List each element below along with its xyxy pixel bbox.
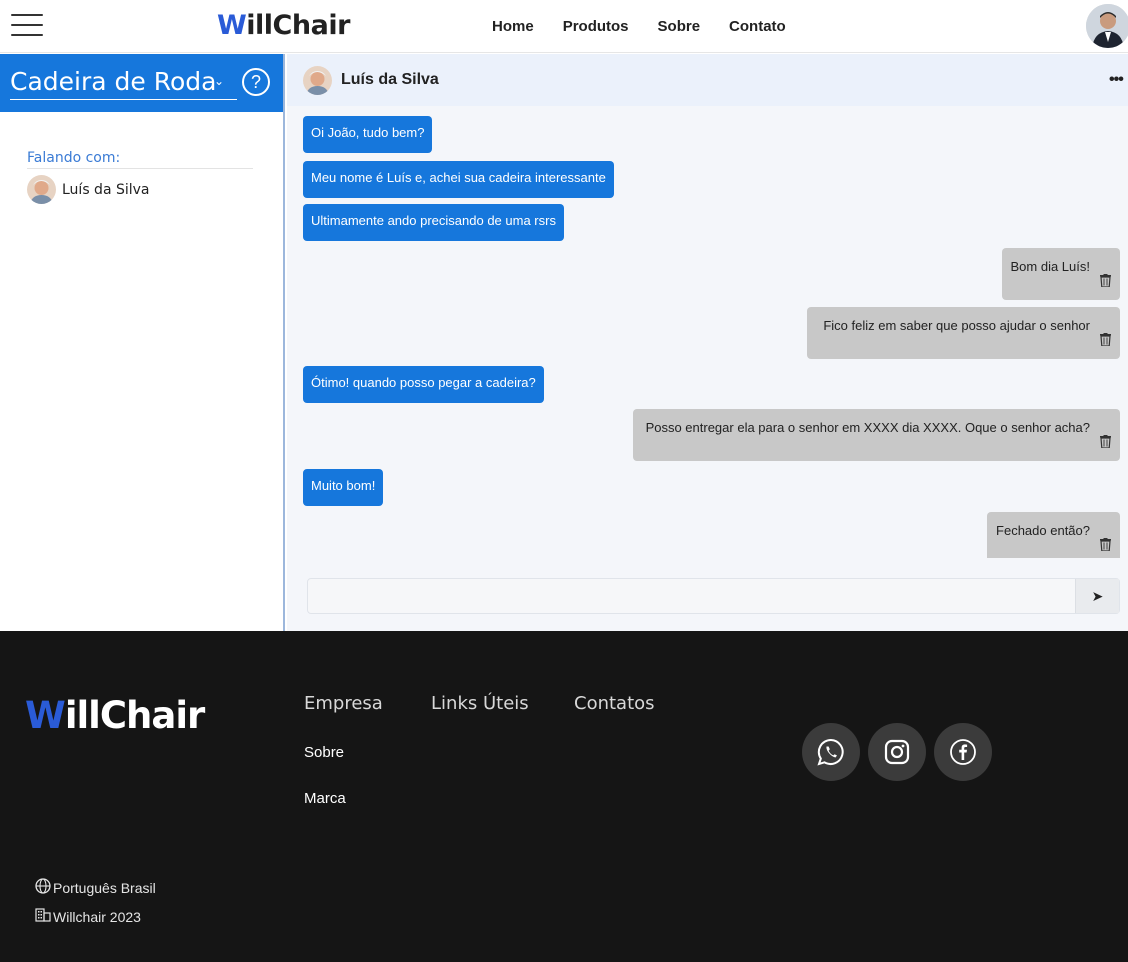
outgoing-message: Bom dia Luís!	[1002, 248, 1120, 300]
chat-contact-name: Luís da Silva	[341, 71, 439, 88]
divider	[27, 168, 253, 169]
category-label: Cadeira de Roda	[10, 67, 217, 96]
message-text: Posso entregar ela para o senhor em XXXX…	[645, 420, 1090, 435]
talking-with-label: Falando com:	[27, 150, 121, 166]
message-text: Oi João, tudo bem?	[311, 125, 425, 140]
outgoing-message: Posso entregar ela para o senhor em XXXX…	[633, 409, 1120, 461]
facebook-icon[interactable]	[934, 723, 992, 781]
footer-heading-contatos: Contatos	[574, 693, 655, 714]
message-text: Fechado então?	[996, 523, 1090, 538]
nav-link-produtos[interactable]: Produtos	[563, 18, 629, 35]
hamburger-menu-icon[interactable]	[11, 12, 43, 38]
trash-icon[interactable]	[1100, 435, 1111, 453]
language-label: Português Brasil	[53, 879, 156, 896]
message-input[interactable]	[308, 579, 1075, 613]
incoming-message: Oi João, tudo bem?	[303, 116, 433, 153]
nav-link-sobre[interactable]: Sobre	[658, 18, 701, 35]
nav-link-contato[interactable]: Contato	[729, 18, 786, 35]
message-text: Meu nome é Luís e, achei sua cadeira int…	[311, 170, 606, 185]
help-icon[interactable]: ?	[242, 68, 270, 96]
building-icon	[35, 908, 51, 925]
message-text: Ótimo! quando posso pegar a cadeira?	[311, 375, 536, 390]
site-footer: WillChair Empresa Links Úteis Contatos S…	[0, 631, 1128, 962]
instagram-icon[interactable]	[868, 723, 926, 781]
footer-link-marca[interactable]: Marca	[304, 790, 346, 807]
chat-contact-avatar	[303, 66, 332, 95]
more-options-icon[interactable]: •••	[1109, 71, 1124, 89]
contact-item[interactable]: Luís da Silva	[27, 175, 150, 204]
footer-heading-links: Links Úteis	[431, 693, 529, 714]
contact-avatar	[27, 175, 56, 204]
footer-heading-empresa: Empresa	[304, 693, 383, 714]
user-avatar[interactable]	[1086, 4, 1128, 48]
category-select[interactable]: Cadeira de Roda ⌄	[10, 64, 237, 100]
incoming-message: Ótimo! quando posso pegar a cadeira?	[303, 366, 544, 403]
chat-sidebar: Cadeira de Roda ⌄ ? Falando com: Luís da…	[0, 54, 285, 631]
trash-icon[interactable]	[1100, 274, 1111, 292]
globe-icon	[35, 878, 51, 897]
copyright: Willchair 2023	[35, 908, 141, 925]
message-text: Ultimamente ando precisando de uma rsrs	[311, 213, 556, 228]
message-text: Muito bom!	[311, 478, 376, 493]
whatsapp-icon[interactable]	[802, 723, 860, 781]
incoming-message: Muito bom!	[303, 469, 384, 506]
trash-icon[interactable]	[1100, 333, 1111, 351]
nav-links: Home Produtos Sobre Contato	[492, 18, 786, 35]
footer-logo[interactable]: WillChair	[25, 694, 205, 737]
incoming-message: Meu nome é Luís e, achei sua cadeira int…	[303, 161, 614, 198]
chat-header: Luís da Silva •••	[287, 54, 1128, 106]
message-text: Bom dia Luís!	[1010, 259, 1091, 274]
send-icon: ➤	[1091, 588, 1104, 604]
trash-icon[interactable]	[1100, 538, 1111, 556]
copyright-text: Willchair 2023	[53, 908, 141, 925]
nav-link-home[interactable]: Home	[492, 18, 534, 35]
message-text: Fico feliz em saber que posso ajudar o s…	[823, 318, 1090, 333]
message-list: Oi João, tudo bem? Meu nome é Luís e, ac…	[287, 106, 1128, 558]
outgoing-message: Fechado então?	[987, 512, 1120, 558]
contact-name: Luís da Silva	[62, 181, 150, 198]
message-composer: ➤	[307, 578, 1120, 614]
chevron-down-icon: ⌄	[214, 74, 225, 88]
language-selector[interactable]: Português Brasil	[35, 878, 156, 897]
outgoing-message: Fico feliz em saber que posso ajudar o s…	[807, 307, 1120, 359]
send-button[interactable]: ➤	[1075, 579, 1119, 613]
sidebar-header: Cadeira de Roda ⌄ ?	[0, 54, 283, 112]
top-navbar: WillChair Home Produtos Sobre Contato	[0, 0, 1128, 53]
incoming-message: Ultimamente ando precisando de uma rsrs	[303, 204, 564, 241]
chat-panel: Luís da Silva ••• Oi João, tudo bem? Meu…	[287, 54, 1128, 631]
brand-logo[interactable]: WillChair	[217, 10, 350, 41]
footer-link-sobre[interactable]: Sobre	[304, 744, 344, 761]
